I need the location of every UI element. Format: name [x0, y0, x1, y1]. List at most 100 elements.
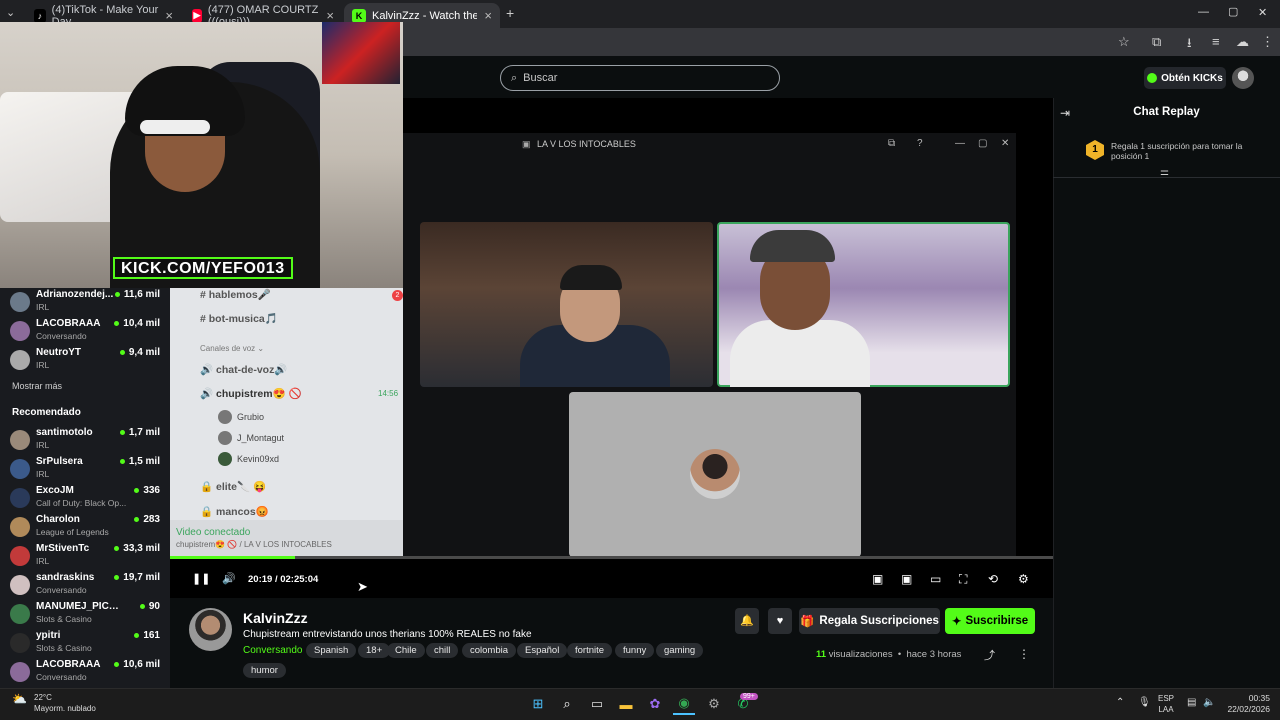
call-window-title: LA V LOS INTOCABLES — [537, 139, 636, 149]
sidebar-item-recommended[interactable]: MANUMEJ_PICKS Slots & Casino 90 — [10, 600, 160, 628]
app-icon[interactable]: ⚙ — [703, 693, 725, 715]
channel-name: ypitri — [36, 630, 61, 641]
show-more-link[interactable]: Mostrar más — [12, 381, 62, 391]
fullscreen-icon[interactable]: ⛶ — [959, 572, 967, 587]
tag[interactable]: funny — [615, 643, 655, 658]
video-connected-sub: chupistrem😍 🚫 / LA V LOS INTOCABLES — [176, 540, 332, 549]
download-icon[interactable]: ⭳ — [1187, 34, 1192, 56]
pip-icon[interactable]: ▣ — [901, 572, 912, 586]
avatar — [10, 546, 30, 566]
share-icon[interactable]: ⤴ — [984, 647, 995, 663]
volume-icon[interactable]: 🔊 — [222, 572, 236, 585]
tag[interactable]: humor — [243, 663, 286, 678]
browser-menu-icon[interactable]: ⋮ — [1261, 34, 1274, 50]
extensions-icon[interactable]: ⧉ — [1152, 34, 1161, 50]
search-input[interactable]: ⌕ Buscar — [500, 65, 780, 91]
task-view-icon[interactable]: ▭ — [586, 693, 608, 715]
kicks-coin-icon — [1147, 73, 1158, 83]
tag[interactable]: chill — [426, 643, 459, 658]
microphone-icon[interactable]: 🎙 — [1138, 697, 1151, 708]
progress-bar[interactable] — [170, 556, 1053, 559]
channel-avatar[interactable] — [189, 608, 232, 651]
channel-name[interactable]: KalvinZzz — [243, 610, 308, 626]
pause-icon[interactable]: ❚❚ — [192, 572, 210, 585]
theater-mode-icon[interactable]: ▭ — [930, 572, 941, 586]
tray-chevron-icon[interactable]: ⌃ — [1116, 697, 1124, 708]
server-icon: ▣ — [522, 139, 531, 149]
stream-category[interactable]: Conversando — [243, 645, 302, 656]
avatar — [10, 488, 30, 508]
volume-icon[interactable]: 🔈 — [1203, 697, 1215, 708]
member-name: Grubio — [237, 412, 265, 422]
file-explorer-icon[interactable]: ▬ — [615, 693, 637, 715]
search-icon[interactable]: ⌕ — [556, 693, 578, 715]
sidebar: Adrianozendej... IRL 11,6 mil LACOBRAAA … — [0, 288, 170, 688]
settings-icon[interactable]: ⚙ — [1018, 572, 1029, 586]
sidebar-item-recommended[interactable]: LACOBRAAA Conversando 10,6 mil — [10, 658, 160, 686]
channel-category: League of Legends — [36, 527, 109, 537]
time-separator: / — [274, 574, 278, 585]
sidebar-item-recommended[interactable]: SrPulsera IRL 1,5 mil — [10, 455, 160, 483]
bell-icon: 🔔 — [740, 615, 754, 627]
user-avatar[interactable] — [1232, 67, 1254, 89]
network-icon[interactable]: ▤ — [1187, 697, 1196, 708]
maximize-icon[interactable]: ▢ — [1228, 5, 1238, 18]
channel-name: sandraskins — [36, 572, 95, 583]
system-clock[interactable]: 00:35 22/02/2026 — [1224, 693, 1270, 715]
clip-icon[interactable]: ▣ — [872, 572, 883, 586]
tag[interactable]: Chile — [387, 643, 425, 658]
sidebar-item-following[interactable]: Adrianozendej... IRL 11,6 mil — [10, 288, 160, 316]
tab-search-icon[interactable]: ⌄ — [6, 6, 15, 19]
get-kicks-button[interactable]: Obtén KICKs — [1144, 67, 1226, 89]
follow-button[interactable]: ♥ — [768, 608, 792, 634]
new-tab-button[interactable]: + — [506, 5, 514, 21]
tag[interactable]: fortnite — [567, 643, 613, 658]
member-name: J_Montagut — [237, 433, 285, 443]
gift-subs-button[interactable]: 🎁 Regala Suscripciones — [799, 608, 940, 634]
sidebar-item-recommended[interactable]: santimotolo IRL 1,7 mil — [10, 426, 160, 454]
sidebar-item-recommended[interactable]: Charolon League of Legends 283 — [10, 513, 160, 541]
participant-cap — [750, 230, 835, 262]
sidebar-item-recommended[interactable]: ypitri Slots & Casino 161 — [10, 629, 160, 657]
sidebar-item-recommended[interactable]: ExcoJM Call of Duty: Black Op... 336 — [10, 484, 160, 512]
language-indicator[interactable]: ESP LAA — [1158, 693, 1174, 715]
close-icon[interactable]: × — [165, 8, 173, 23]
chrome-icon[interactable]: ◉ — [673, 693, 695, 715]
more-options-icon[interactable]: ⋮ — [1018, 647, 1030, 661]
popout-icon: ⧉ — [888, 138, 896, 149]
channel-category: Slots & Casino — [36, 614, 92, 624]
voice-timer: 14:56 — [378, 389, 399, 398]
tag[interactable]: gaming — [656, 643, 704, 658]
bookmark-star-icon[interactable]: ☆ — [1118, 34, 1130, 50]
tag[interactable]: Spanish — [306, 643, 357, 658]
windows-start-icon[interactable]: ⊞ — [527, 693, 549, 715]
tag[interactable]: 18+ — [358, 643, 391, 658]
streamer-webcam — [0, 22, 403, 288]
minimize-icon[interactable]: — — [1198, 6, 1209, 18]
close-window-icon[interactable]: ✕ — [1258, 6, 1267, 19]
avatar — [218, 431, 232, 445]
subscribe-button[interactable]: ✦ Suscribirse — [945, 608, 1035, 634]
profile-icon[interactable]: ☁ — [1236, 34, 1249, 50]
tag[interactable]: Español — [517, 643, 568, 658]
notification-bell-button[interactable]: 🔔 — [735, 608, 759, 634]
viewer-count: 9,4 mil — [120, 347, 160, 358]
close-icon[interactable]: × — [484, 8, 492, 23]
sidebar-item-following[interactable]: LACOBRAAA Conversando 10,4 mil — [10, 317, 160, 345]
search-icon: ⌕ — [511, 71, 518, 84]
chat-panel — [1053, 98, 1280, 688]
avatar — [10, 633, 30, 653]
sidebar-item-recommended[interactable]: MrStivenTc IRL 33,3 mil — [10, 542, 160, 570]
playback-speed-icon[interactable]: ⟲ — [988, 572, 998, 586]
sidebar-item-recommended[interactable]: sandraskins Conversando 19,7 mil — [10, 571, 160, 599]
expand-leaderboard-icon[interactable]: ☰ — [1160, 170, 1169, 181]
heart-icon: ♥ — [776, 615, 784, 627]
sidebar-item-following[interactable]: NeutroYT IRL 9,4 mil — [10, 346, 160, 374]
copilot-icon[interactable]: ✿ — [644, 693, 666, 715]
close-icon[interactable]: × — [326, 8, 334, 23]
avatar — [690, 449, 740, 499]
tag[interactable]: colombia — [462, 643, 517, 658]
weather-widget[interactable]: ⛅ 22°C Mayorm. nublado — [12, 692, 96, 714]
voice-channel-active: 🔊 chupistrem😍 🚫 — [200, 388, 302, 400]
media-control-icon[interactable]: ≡ — [1212, 34, 1220, 49]
